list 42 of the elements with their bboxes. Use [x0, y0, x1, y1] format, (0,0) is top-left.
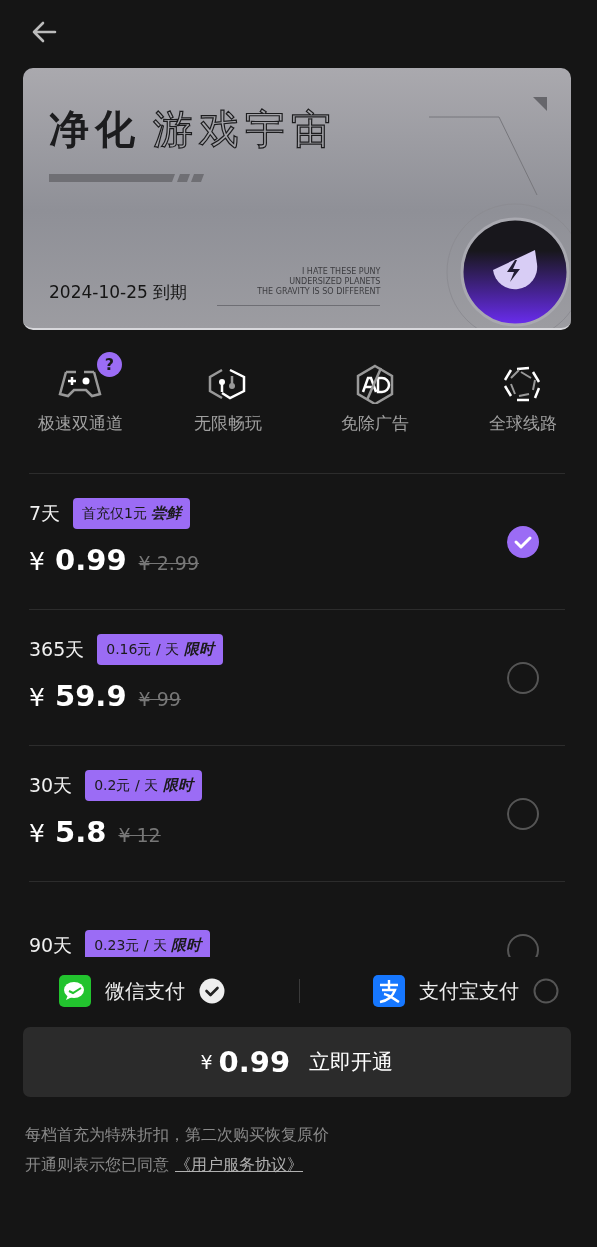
plan-price: ¥ 5.8 [29, 815, 107, 849]
radio-button[interactable] [506, 932, 540, 957]
discount-tag: 首充仅1元 尝鲜 [73, 498, 191, 529]
plan-duration: 7天 [29, 500, 61, 526]
discount-note: 每档首充为特殊折扣，第二次购买恢复原价 [25, 1125, 330, 1146]
tagline-text: THE GRAVITY IS SO DIFFERENT [257, 287, 381, 297]
chat-bubbles-icon [59, 975, 91, 1007]
plan-price: ¥ 59.9 [29, 679, 127, 713]
radio-button[interactable] [506, 796, 540, 831]
corner-triangle-icon [533, 97, 547, 111]
help-badge[interactable]: ? [97, 352, 122, 377]
plan-option[interactable]: 7天 首充仅1元 尝鲜 ¥ 0.99 ¥ 2.99 [29, 474, 565, 610]
feature-label: 全球线路 [488, 412, 557, 435]
feature-label: 极速双通道 [37, 412, 123, 435]
discount-tag: 0.2元 / 天 限时 [85, 770, 202, 801]
original-price: ¥ 99 [138, 688, 181, 710]
purchase-button[interactable]: ¥ 0.99 立即开通 [23, 1027, 571, 1097]
original-price: ¥ 2.99 [138, 552, 199, 574]
plan-duration: 90天 [29, 932, 73, 957]
service-agreement-link[interactable]: 《用户服务协议》 [175, 1155, 303, 1176]
payment-method-label: 支付宝支付 [419, 977, 519, 1005]
plan-price: ¥ 0.99 [29, 543, 127, 577]
discount-tag: 0.23元 / 天 限时 [85, 930, 211, 957]
card-title: 净化 [49, 105, 141, 154]
card-title-outline: 游戏宇宙 [153, 105, 337, 154]
discount-tag: 0.16元 / 天 限时 [97, 634, 223, 665]
plan-option[interactable]: 30天 0.2元 / 天 限时 ¥ 5.8 ¥ 12 [29, 746, 565, 882]
plan-option[interactable]: 365天 0.16元 / 天 限时 ¥ 59.9 ¥ 99 [29, 610, 565, 746]
lightning-planet-logo-icon [445, 202, 571, 328]
expiry-date: 2024-10-25 到期 [49, 281, 188, 304]
feature-label: 免除广告 [341, 412, 410, 435]
payment-method-label: 微信支付 [105, 977, 185, 1005]
plan-duration: 365天 [29, 636, 85, 662]
feature-label: 无限畅玩 [193, 412, 262, 435]
radio-button[interactable] [506, 660, 540, 695]
agreement-text: 开通则表示您已同意 [25, 1155, 169, 1176]
radio-button[interactable] [533, 978, 559, 1004]
plan-duration: 30天 [29, 772, 73, 798]
tagline-text: UNDERSIZED PLANETS [289, 277, 381, 287]
checked-icon[interactable] [199, 978, 225, 1004]
selected-check-icon[interactable] [506, 524, 540, 559]
original-price: ¥ 12 [118, 824, 161, 846]
